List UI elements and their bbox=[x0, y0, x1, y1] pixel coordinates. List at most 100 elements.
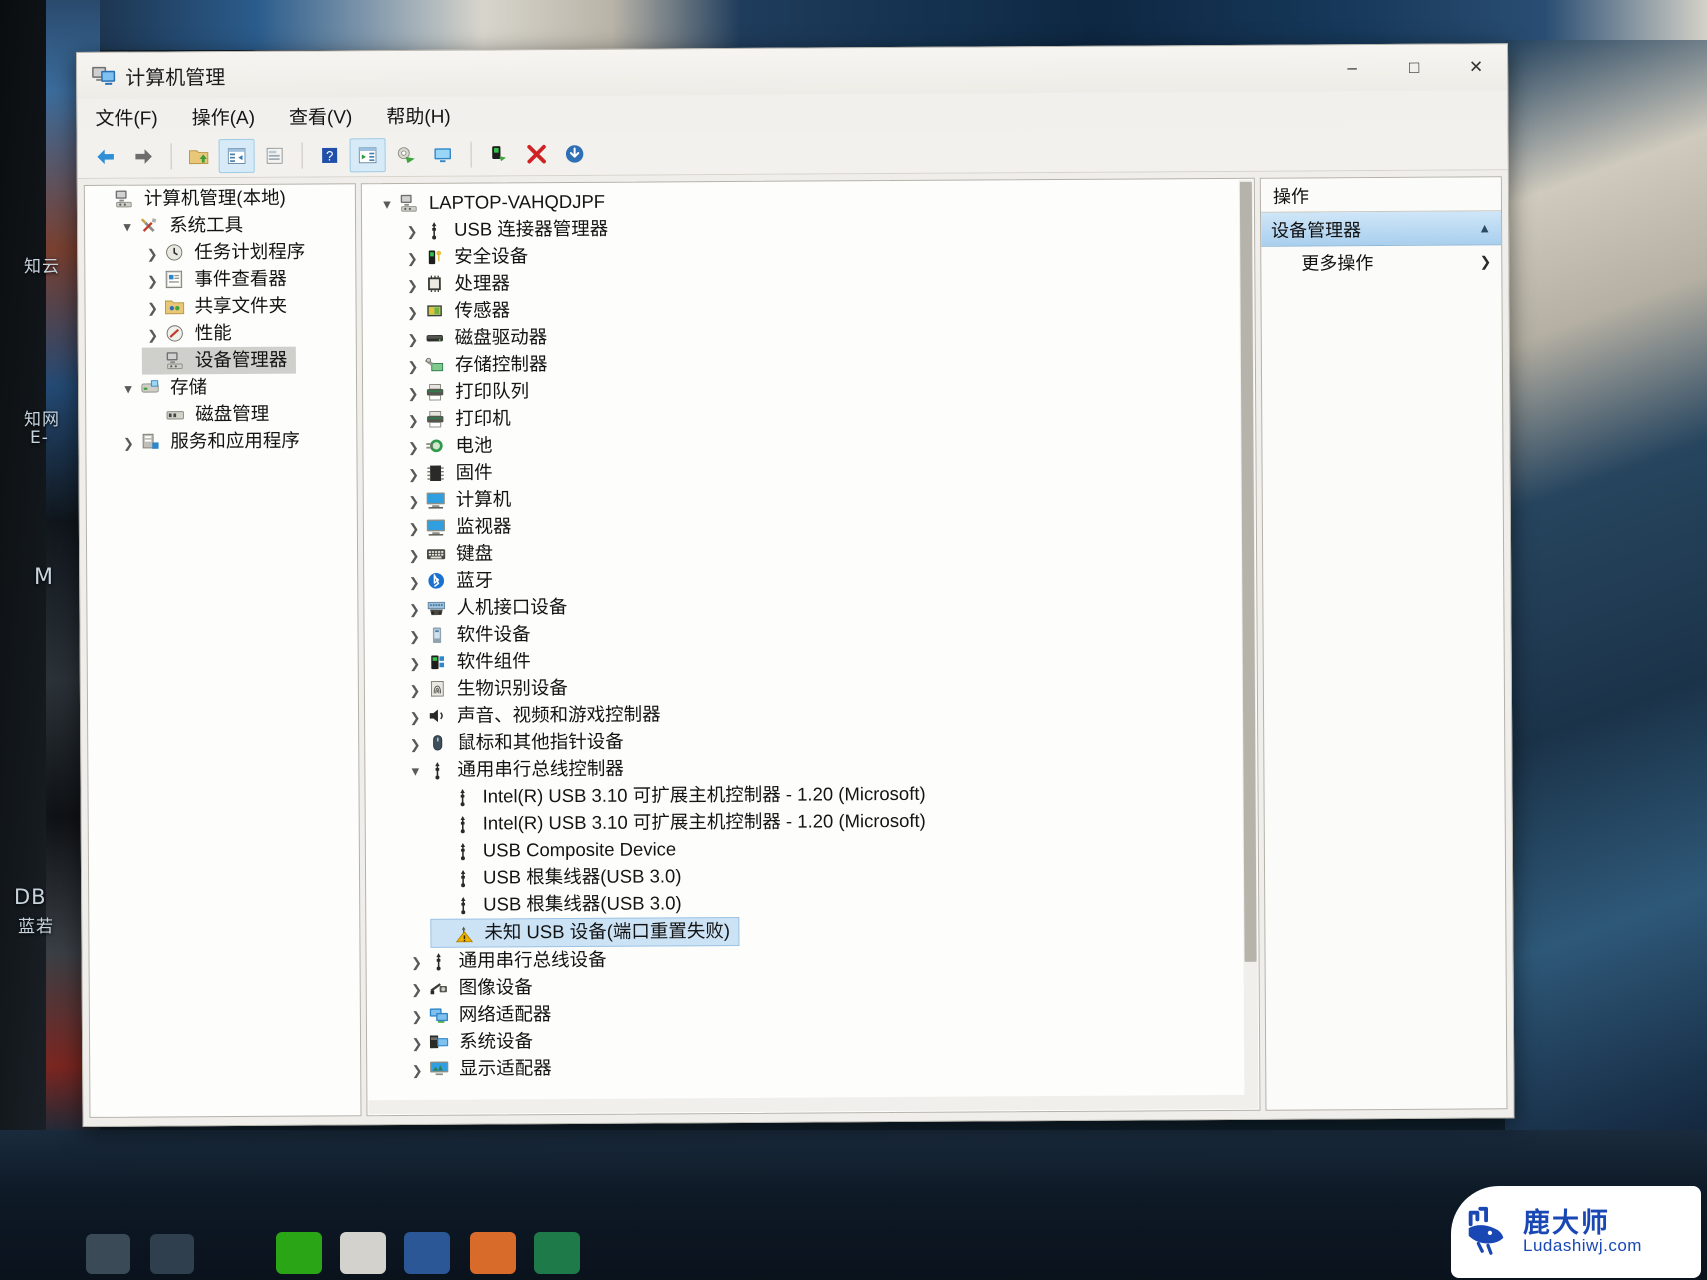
forward-icon[interactable] bbox=[126, 139, 162, 173]
menu-item-file[interactable]: 文件(F) bbox=[91, 101, 161, 132]
sidebar-item-0[interactable]: 计算机管理(本地) bbox=[85, 184, 355, 213]
chevron-right-icon[interactable] bbox=[403, 518, 425, 536]
chevron-right-icon[interactable] bbox=[402, 383, 424, 401]
chevron-right-icon[interactable] bbox=[404, 707, 426, 725]
sidebar-item-3[interactable]: 事件查看器 bbox=[85, 265, 355, 294]
computer-icon bbox=[425, 490, 449, 511]
chevron-right-icon[interactable] bbox=[117, 433, 139, 451]
chevron-right-icon[interactable] bbox=[141, 271, 163, 289]
taskbar-icon-ppt[interactable] bbox=[470, 1232, 516, 1274]
menu-item-view[interactable]: 查看(V) bbox=[285, 100, 357, 131]
sidebar-item-label: 服务和应用程序 bbox=[170, 429, 300, 452]
sensor-icon bbox=[424, 301, 448, 322]
chevron-right-icon[interactable] bbox=[403, 491, 425, 509]
maximize-button[interactable]: □ bbox=[1383, 45, 1445, 91]
event-viewer-icon bbox=[163, 269, 187, 290]
sidebar-item-4[interactable]: 共享文件夹 bbox=[85, 292, 355, 321]
chevron-down-icon[interactable] bbox=[376, 195, 398, 213]
device-tree-item-label: 传感器 bbox=[454, 299, 511, 321]
device-manager-icon bbox=[164, 350, 188, 371]
update-driver-icon[interactable] bbox=[426, 137, 462, 171]
help-icon[interactable]: ? bbox=[312, 138, 348, 172]
chevron-right-icon[interactable] bbox=[402, 356, 424, 374]
toolbar-separator bbox=[301, 142, 303, 169]
chevron-right-icon[interactable] bbox=[402, 437, 424, 455]
usb-icon bbox=[427, 951, 451, 972]
tree-row-wrapper: 设备管理器 bbox=[86, 346, 356, 375]
back-icon[interactable] bbox=[88, 139, 124, 173]
chevron-right-icon[interactable] bbox=[404, 734, 426, 752]
chevron-down-icon[interactable] bbox=[116, 217, 138, 235]
device-tree-item-label: 鼠标和其他指针设备 bbox=[457, 730, 624, 753]
chevron-right-icon[interactable] bbox=[403, 572, 425, 590]
sidebar-item-8[interactable]: 磁盘管理 bbox=[86, 400, 356, 429]
chevron-right-icon[interactable] bbox=[406, 1006, 428, 1024]
sidebar-item-9[interactable]: 服务和应用程序 bbox=[86, 427, 356, 456]
taskbar-icon-word[interactable] bbox=[404, 1232, 450, 1274]
sidebar-item-1[interactable]: 系统工具 bbox=[85, 211, 355, 240]
chevron-right-icon[interactable] bbox=[406, 979, 428, 997]
chevron-right-icon[interactable] bbox=[402, 302, 424, 320]
minimize-button[interactable]: – bbox=[1321, 45, 1383, 91]
download-icon[interactable] bbox=[557, 136, 593, 170]
uninstall-device-icon[interactable] bbox=[519, 137, 555, 171]
device-tree-item-label: 处理器 bbox=[454, 272, 510, 294]
chevron-right-icon[interactable] bbox=[142, 325, 164, 343]
close-button[interactable]: ✕ bbox=[1445, 44, 1507, 90]
taskbar-icon-wechat[interactable] bbox=[276, 1232, 322, 1274]
device-tree-item-label: 磁盘驱动器 bbox=[454, 326, 548, 348]
device-tree-horizontal-scrollbar[interactable] bbox=[368, 1094, 1245, 1115]
sidebar-item-7[interactable]: 存储 bbox=[86, 373, 356, 402]
device-tree-item-label: Intel(R) USB 3.10 可扩展主机控制器 - 1.20 (Micro… bbox=[482, 783, 926, 807]
taskbar-icon-excel[interactable] bbox=[534, 1232, 580, 1274]
taskbar-icon-0[interactable] bbox=[86, 1234, 130, 1274]
chevron-right-icon[interactable] bbox=[401, 221, 423, 239]
chevron-down-icon[interactable] bbox=[404, 761, 426, 779]
chevron-right-icon[interactable] bbox=[403, 464, 425, 482]
network-adapter-icon bbox=[428, 1005, 452, 1026]
chevron-right-icon[interactable] bbox=[141, 244, 163, 262]
chevron-right-icon[interactable] bbox=[404, 653, 426, 671]
console-tree-pane[interactable]: 计算机管理(本地) 系统工具任务计划程序事件查看器共享文件夹性能设备管理器存储磁盘… bbox=[83, 183, 362, 1118]
device-tree-pane[interactable]: LAPTOP-VAHQDJPF USB 连接器管理器安全设备处理器传感器磁盘驱动器… bbox=[360, 177, 1261, 1117]
chevron-right-icon[interactable] bbox=[404, 680, 426, 698]
enable-device-icon[interactable] bbox=[481, 137, 517, 171]
chevron-right-icon[interactable] bbox=[406, 1033, 428, 1051]
sidebar-item-6[interactable]: 设备管理器 bbox=[141, 346, 296, 375]
storage-controller-icon bbox=[424, 355, 448, 376]
chevron-down-icon[interactable] bbox=[117, 379, 139, 397]
up-folder-icon[interactable] bbox=[181, 139, 217, 173]
printer-icon bbox=[424, 409, 448, 430]
scan-hardware-changes-icon[interactable] bbox=[388, 137, 424, 171]
chevron-right-icon[interactable] bbox=[404, 626, 426, 644]
actions-item-more-actions[interactable]: 更多操作 ❯ bbox=[1261, 245, 1501, 278]
device-tree-item-32[interactable]: 显示适配器 bbox=[367, 1051, 1259, 1083]
actions-pane[interactable]: 操作 设备管理器 ▲ 更多操作 ❯ bbox=[1259, 176, 1508, 1111]
system-tools-icon bbox=[138, 215, 162, 236]
chevron-right-icon[interactable] bbox=[402, 410, 424, 428]
chevron-right-icon[interactable] bbox=[406, 952, 428, 970]
chevron-right-icon[interactable] bbox=[406, 1060, 428, 1078]
biometric-icon bbox=[426, 679, 450, 700]
chevron-right-icon[interactable] bbox=[403, 599, 425, 617]
chevron-right-icon[interactable] bbox=[402, 329, 424, 347]
properties-icon[interactable] bbox=[257, 138, 293, 172]
chevron-right-icon[interactable] bbox=[403, 545, 425, 563]
sidebar-tree: 计算机管理(本地) 系统工具任务计划程序事件查看器共享文件夹性能设备管理器存储磁盘… bbox=[85, 184, 357, 456]
chevron-right-icon[interactable] bbox=[401, 275, 423, 293]
show-hide-console-tree-icon[interactable] bbox=[218, 138, 255, 173]
show-hide-action-pane-icon[interactable] bbox=[349, 137, 386, 172]
device-tree-item-label: 打印队列 bbox=[455, 380, 530, 402]
actions-pane-header: 操作 bbox=[1260, 177, 1501, 213]
chevron-right-icon[interactable] bbox=[401, 248, 423, 266]
sidebar-item-2[interactable]: 任务计划程序 bbox=[85, 238, 355, 267]
actions-item-device-manager[interactable]: 设备管理器 ▲ bbox=[1261, 211, 1502, 247]
menu-item-action[interactable]: 操作(A) bbox=[188, 100, 260, 131]
sidebar-item-5[interactable]: 性能 bbox=[86, 319, 356, 348]
taskbar-icon-1[interactable] bbox=[150, 1234, 194, 1274]
device-tree-item-27[interactable]: 未知 USB 设备(端口重置失败) bbox=[430, 916, 740, 948]
usb-icon bbox=[452, 814, 476, 835]
taskbar-icon-qq[interactable] bbox=[340, 1232, 386, 1274]
menu-item-help[interactable]: 帮助(H) bbox=[382, 99, 455, 130]
chevron-right-icon[interactable] bbox=[142, 298, 164, 316]
